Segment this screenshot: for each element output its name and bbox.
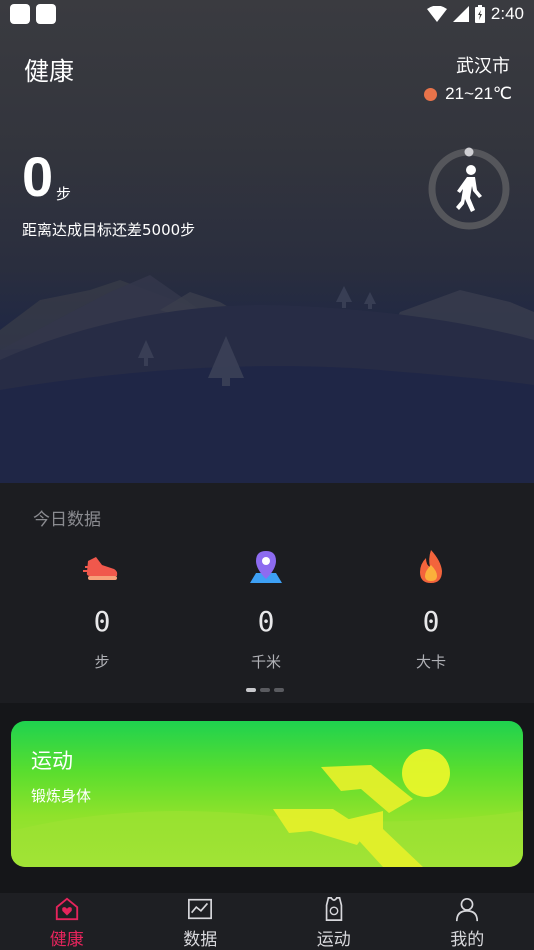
weather-dot-icon [424,87,438,101]
battery-icon [474,5,485,23]
page-indicator [246,688,284,692]
walking-person-icon [456,165,482,212]
stat-steps: 0 步 [42,547,162,672]
stat-distance: 0 千米 [206,547,326,672]
shoe-icon [83,557,118,580]
tab-health-label: 健康 [49,930,84,950]
sport-card-title: 运动 [31,749,73,773]
page-title: 健康 [24,57,75,86]
city-label[interactable]: 武汉市 [456,52,510,78]
tab-data-label: 数据 [183,930,218,950]
tab-mine[interactable]: 我的 [401,893,534,950]
weather: 21~21℃ [424,84,512,104]
stat-calories-unit: 大卡 [415,653,446,671]
flame-icon [420,550,442,583]
landscape-illustration [0,275,534,483]
stat-distance-value: 0 [257,605,275,638]
jersey-icon [325,897,343,921]
chart-icon [188,898,213,920]
heart-house-icon [55,897,78,921]
steps-count: 0 [22,145,54,208]
signal-icon [452,6,469,22]
page-dot [274,688,284,692]
location-pin-icon [250,551,282,583]
tab-sport[interactable]: 运动 [267,893,401,950]
stat-calories: 0 大卡 [371,547,491,672]
person-icon [456,897,479,922]
tab-sport-label: 运动 [316,930,351,950]
walking-progress-ring[interactable] [426,146,512,232]
sport-card-subtitle: 锻炼身体 [31,787,92,805]
stat-distance-unit: 千米 [250,653,281,671]
tab-health[interactable]: 健康 [0,893,134,950]
steps-unit: 步 [56,185,72,203]
goal-remaining-text: 距离达成目标还差5000步 [22,221,196,239]
notification-icon [36,4,56,24]
status-bar: 2:40 [0,0,534,28]
wifi-icon [426,6,447,22]
sport-card[interactable]: 运动 锻炼身体 [11,721,523,867]
bottom-tab-bar: 健康 数据 运动 我的 [0,893,534,950]
page-dot [260,688,270,692]
stat-steps-unit: 步 [94,653,110,671]
hero-header [0,0,534,483]
notification-icon [10,4,30,24]
temperature: 21~21℃ [445,84,512,103]
tab-data[interactable]: 数据 [134,893,268,950]
stat-calories-value: 0 [422,605,440,638]
today-data-title: 今日数据 [33,510,101,530]
stat-steps-value: 0 [93,605,111,638]
clock: 2:40 [490,4,524,23]
sport-section: 运动 锻炼身体 [0,703,534,893]
tab-mine-label: 我的 [450,930,485,950]
today-data-panel: 今日数据 0 步 0 千米 0 大卡 [0,483,534,703]
page-dot [246,688,256,692]
